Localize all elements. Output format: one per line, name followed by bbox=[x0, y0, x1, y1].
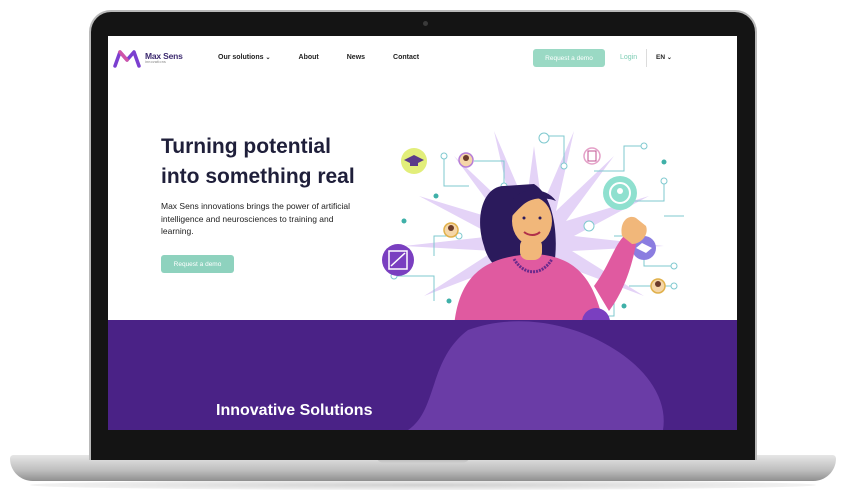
logo-name: Max Sens bbox=[145, 50, 183, 61]
camera-dot bbox=[423, 21, 428, 26]
request-demo-nav-button[interactable]: Request a demo bbox=[533, 49, 605, 67]
mindset-icon bbox=[603, 176, 637, 210]
avatar-bubble-right bbox=[650, 278, 666, 294]
nav-item-our-solutions[interactable]: Our solutions ⌄ bbox=[218, 54, 271, 61]
laptop-shadow bbox=[30, 480, 816, 490]
nav-item-label: Contact bbox=[393, 54, 420, 61]
solutions-section: Innovative Solutions bbox=[108, 320, 737, 430]
nav-menu: Our solutions ⌄ About News Contact bbox=[218, 54, 447, 61]
nav-item-news[interactable]: News bbox=[347, 54, 365, 61]
language-selector[interactable]: EN ⌄ bbox=[656, 54, 672, 61]
growth-chart-icon bbox=[382, 244, 414, 276]
nav-item-label: News bbox=[346, 54, 366, 61]
login-link[interactable]: Login bbox=[620, 54, 637, 61]
nav-item-label: Our solutions bbox=[218, 54, 264, 61]
browser-screen: Max Sens innovations Our solutions ⌄ Abo… bbox=[108, 36, 737, 430]
avatar-bubble-top bbox=[458, 152, 474, 168]
hero-description: Max Sens innovations brings the power of… bbox=[161, 201, 350, 236]
clipboard-icon bbox=[583, 147, 601, 165]
logo-icon bbox=[113, 50, 141, 68]
logo-tagline: innovations bbox=[145, 60, 167, 64]
section-title: Innovative Solutions bbox=[216, 402, 373, 419]
hero-title-line1: Turning potential bbox=[161, 135, 331, 158]
graduation-cap-icon bbox=[401, 148, 427, 174]
section-blob-shape bbox=[408, 321, 664, 430]
hero-illustration bbox=[382, 131, 684, 326]
language-label: EN bbox=[656, 54, 666, 61]
chevron-down-icon: ⌄ bbox=[265, 55, 271, 61]
avatar-bubble-left bbox=[443, 222, 459, 238]
nav-item-about[interactable]: About bbox=[299, 54, 319, 61]
nav-item-label: About bbox=[298, 54, 319, 61]
top-nav: Max Sens innovations Our solutions ⌄ Abo… bbox=[108, 36, 737, 80]
brand-logo[interactable]: Max Sens innovations bbox=[113, 48, 183, 68]
chevron-down-icon: ⌄ bbox=[666, 55, 672, 61]
nav-item-contact[interactable]: Contact bbox=[393, 54, 419, 61]
hero-title: Turning potential into something real bbox=[161, 132, 401, 192]
nav-divider bbox=[646, 49, 647, 67]
hero-title-line2: into something real bbox=[161, 165, 355, 188]
request-demo-hero-button[interactable]: Request a demo bbox=[161, 255, 234, 273]
